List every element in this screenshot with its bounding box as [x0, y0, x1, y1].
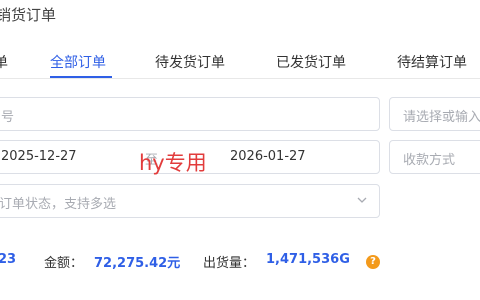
tab-pending-settlement[interactable]: 待结算订单 — [397, 52, 467, 72]
order-tabs: 单 全部订单 待发货订单 已发货订单 待结算订单 — [0, 40, 480, 80]
order-count-value: 23 — [0, 252, 17, 267]
amount-value: 72,275.42元 — [94, 256, 181, 271]
order-number-input[interactable]: 号 — [0, 97, 380, 131]
chevron-down-icon — [357, 196, 367, 204]
order-number-placeholder: 号 — [1, 110, 15, 125]
shipped-qty-value: 1,471,536G — [266, 252, 350, 267]
watermark-text: hy专用 — [139, 151, 207, 175]
payment-method-placeholder: 收款方式 — [403, 153, 456, 168]
tab-pending-shipment[interactable]: 待发货订单 — [155, 52, 225, 72]
customer-select[interactable]: 请选择或输入 — [389, 97, 480, 131]
amount-label: 金额： — [44, 256, 84, 271]
summary-bar: 23 金额： 72,275.42元 出货量： 1,471,536G — [0, 252, 480, 272]
date-end-value: 2026-01-27 — [230, 149, 306, 164]
order-status-placeholder: 订单状态，支持多选 — [0, 197, 117, 212]
customer-select-placeholder: 请选择或输入 — [403, 110, 480, 125]
shipped-qty-label: 出货量： — [203, 256, 256, 271]
tab-shipped[interactable]: 已发货订单 — [276, 52, 346, 72]
order-status-multiselect[interactable]: 订单状态，支持多选 — [0, 184, 380, 218]
tabs-divider — [0, 78, 480, 79]
tab-all-orders[interactable]: 全部订单 — [50, 52, 106, 72]
page-title: 销货订单 — [0, 6, 57, 24]
payment-method-select[interactable]: 收款方式 — [389, 140, 480, 174]
help-icon[interactable]: ? — [366, 255, 380, 269]
tab-partial-left[interactable]: 单 — [0, 52, 8, 72]
date-start-value: 2025-12-27 — [1, 149, 77, 164]
